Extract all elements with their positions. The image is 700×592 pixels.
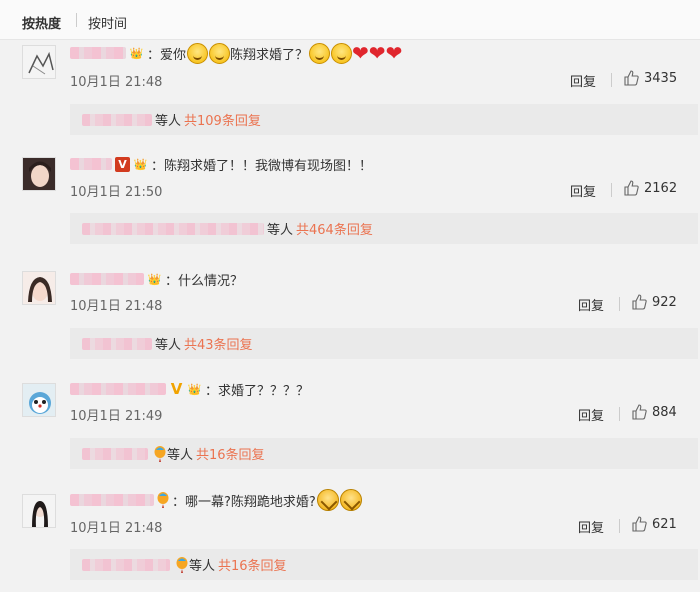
balloon-badge-icon — [157, 492, 169, 508]
sub-reply-usernames — [82, 113, 152, 126]
sub-reply-summary[interactable]: 等人 共464条回复 — [70, 213, 698, 244]
comment-time: 10月1日 21:50 — [70, 185, 163, 200]
sub-reply-summary[interactable]: 等人 共43条回复 — [70, 328, 698, 359]
balloon-badge-icon — [176, 556, 188, 573]
action-divider — [619, 407, 620, 421]
like-button[interactable]: 2162 — [623, 180, 677, 196]
action-divider — [619, 297, 620, 311]
comment-line: 👑 ：什么情况？ — [70, 269, 243, 289]
sub-reply-count-link[interactable]: 共464条回复 — [296, 219, 373, 238]
thumbs-up-icon — [632, 404, 647, 420]
crown-badge-icon: 👑 — [147, 272, 162, 286]
like-button[interactable]: 621 — [631, 516, 677, 532]
username[interactable] — [70, 47, 126, 59]
comment-text: ：陈翔求婚了！！我微博有现场图！！ — [151, 158, 373, 174]
sort-tabs: 按热度 按时间 — [0, 0, 700, 40]
smile-emoji-icon — [209, 42, 231, 64]
action-divider — [611, 183, 612, 197]
reply-button[interactable]: 回复 — [578, 405, 604, 424]
balloon-badge-icon — [154, 445, 166, 462]
thumbs-up-icon — [624, 70, 639, 86]
comment-text: ：爱你 — [147, 47, 187, 63]
thumbs-up-icon — [632, 516, 647, 532]
sub-reply-count-link[interactable]: 共43条回复 — [184, 334, 253, 353]
tab-sort-by-hot[interactable]: 按热度 — [22, 13, 61, 32]
crown-badge-icon: 👑 — [187, 382, 202, 396]
sub-reply-summary[interactable]: 等人 共16条回复 — [70, 438, 698, 469]
tab-sort-by-time[interactable]: 按时间 — [88, 13, 127, 32]
username[interactable] — [70, 273, 144, 285]
comment-line: ：哪一幕?陈翔跪地求婚? — [70, 489, 362, 511]
sub-reply-etc: 等人 — [267, 223, 294, 238]
crown-badge-icon: 👑 — [133, 157, 148, 171]
sub-reply-usernames — [82, 447, 148, 460]
like-button[interactable]: 884 — [631, 404, 677, 420]
like-count: 3435 — [644, 70, 678, 86]
username[interactable] — [70, 494, 154, 506]
heart-icon: ❤ — [385, 41, 403, 65]
sub-reply-summary[interactable]: 等人 共109条回复 — [70, 104, 698, 135]
like-button[interactable]: 3435 — [623, 70, 677, 86]
sub-reply-usernames — [82, 558, 170, 571]
sub-reply-count-link[interactable]: 共109条回复 — [184, 110, 261, 129]
username[interactable] — [70, 383, 166, 395]
comment-time: 10月1日 21:48 — [70, 521, 163, 536]
action-divider — [611, 73, 612, 87]
reply-button[interactable]: 回复 — [578, 517, 604, 536]
verified-badge-icon: V — [170, 380, 183, 398]
shy-emoji-icon — [316, 489, 339, 511]
avatar[interactable] — [22, 157, 56, 191]
sub-reply-usernames — [82, 337, 152, 350]
tab-divider — [76, 13, 77, 27]
sub-reply-summary[interactable]: 等人 共16条回复 — [70, 549, 698, 580]
thumbs-up-icon — [624, 180, 639, 196]
reply-button[interactable]: 回复 — [570, 181, 596, 200]
avatar[interactable] — [22, 494, 56, 528]
smile-emoji-icon — [309, 42, 331, 64]
smile-emoji-icon — [187, 42, 209, 64]
like-count: 884 — [652, 404, 677, 420]
comment-line: V 👑 ：陈翔求婚了！！我微博有现场图！！ — [70, 154, 372, 174]
like-button[interactable]: 922 — [631, 294, 677, 310]
comment-time: 10月1日 21:49 — [70, 409, 163, 424]
comment-line: 👑 ：爱你 陈翔求婚了？ ❤ ❤ ❤ — [70, 41, 403, 65]
comment-line: V 👑 ：求婚了？？？？ — [70, 379, 309, 399]
sub-reply-count-link[interactable]: 共16条回复 — [218, 555, 287, 574]
comment-text: ：什么情况？ — [165, 273, 244, 289]
comment-time: 10月1日 21:48 — [70, 75, 163, 90]
like-count: 621 — [652, 516, 677, 532]
sub-reply-count-link[interactable]: 共16条回复 — [196, 444, 265, 463]
heart-icon: ❤ — [352, 41, 369, 65]
reply-button[interactable]: 回复 — [578, 295, 604, 314]
sub-reply-etc: 等人 — [155, 338, 182, 353]
thumbs-up-icon — [632, 294, 647, 310]
verified-badge-icon: V — [115, 156, 130, 172]
action-divider — [619, 519, 620, 533]
sub-reply-etc: 等人 — [167, 448, 194, 463]
comment-text-2: 陈翔求婚了？ — [230, 47, 309, 63]
avatar[interactable] — [22, 383, 56, 417]
avatar[interactable] — [22, 45, 56, 79]
sub-reply-usernames — [82, 222, 264, 235]
like-count: 2162 — [644, 180, 678, 196]
comment-time: 10月1日 21:48 — [70, 299, 163, 314]
smile-emoji-icon — [331, 42, 353, 64]
sub-reply-etc: 等人 — [189, 559, 216, 574]
sub-reply-etc: 等人 — [155, 114, 182, 129]
username[interactable] — [70, 158, 112, 170]
comment-text: ：求婚了？？？？ — [205, 383, 310, 399]
avatar[interactable] — [22, 271, 56, 305]
crown-badge-icon: 👑 — [129, 46, 144, 60]
shy-emoji-icon — [339, 489, 362, 511]
reply-button[interactable]: 回复 — [570, 71, 596, 90]
heart-icon: ❤ — [368, 41, 386, 65]
like-count: 922 — [652, 294, 677, 310]
comment-text: ：哪一幕?陈翔跪地求婚? — [172, 494, 316, 510]
